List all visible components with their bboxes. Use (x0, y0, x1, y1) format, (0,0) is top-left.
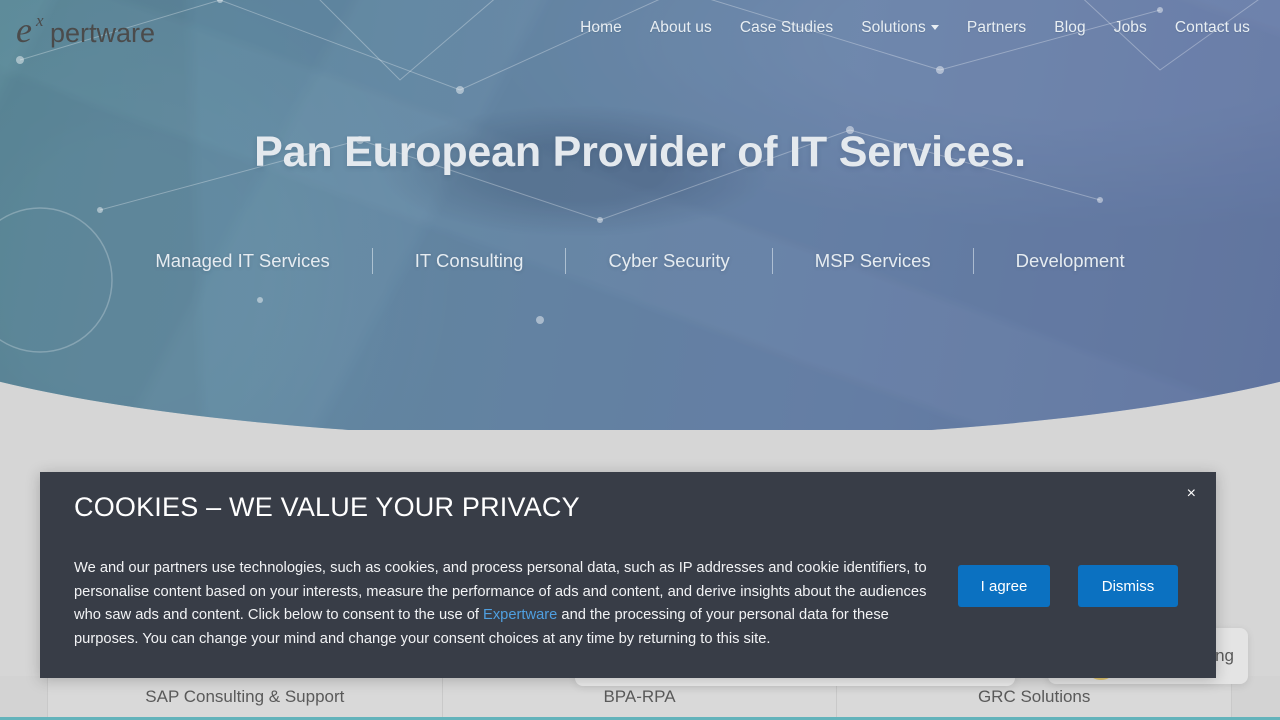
svg-text:e: e (16, 10, 32, 50)
hero-link-development[interactable]: Development (974, 250, 1167, 272)
card-label: SAP Consulting & Support (145, 686, 345, 706)
card-spacer (0, 676, 48, 717)
nav-label: Case Studies (739, 19, 834, 36)
expertware-link[interactable]: Expertware (483, 607, 557, 623)
nav-item-home[interactable]: Home (566, 18, 636, 38)
hero-link-cyber-security[interactable]: Cyber Security (566, 250, 771, 272)
hero-headline: Pan European Provider of IT Services. (254, 128, 1026, 176)
nav-item-contact-us[interactable]: Contact us (1161, 18, 1264, 38)
hero-service-links: Managed IT Services IT Consulting Cyber … (0, 248, 1280, 274)
hero-link-label: Cyber Security (608, 250, 730, 271)
nav-label: Solutions (861, 19, 926, 36)
nav-label: Partners (966, 19, 1027, 36)
cookie-banner-actions: I agree Dismiss (958, 565, 1178, 607)
hero-link-msp-services[interactable]: MSP Services (773, 250, 973, 272)
nav-label: Contact us (1174, 19, 1250, 36)
hero-link-label: IT Consulting (414, 250, 524, 271)
nav-item-case-studies[interactable]: Case Studies (726, 18, 847, 38)
page-root: e x pertware Home About us Case Studies … (0, 0, 1280, 720)
cookie-banner-title: COOKIES – WE VALUE YOUR PRIVACY (74, 492, 580, 522)
hero-section (0, 0, 1280, 430)
nav-item-partners[interactable]: Partners (953, 18, 1040, 38)
hero-link-it-consulting[interactable]: IT Consulting (373, 250, 566, 272)
svg-text:x: x (35, 11, 44, 30)
i-agree-button[interactable]: I agree (958, 565, 1050, 607)
nav-label: About us (649, 19, 712, 36)
cookie-consent-banner: × COOKIES – WE VALUE YOUR PRIVACY We and… (40, 472, 1216, 678)
card-label: GRC Solutions (977, 686, 1091, 706)
svg-text:pertware: pertware (50, 18, 155, 48)
close-icon[interactable]: × (1187, 486, 1196, 502)
nav-item-solutions[interactable]: Solutions (847, 18, 953, 38)
hero-link-label: Managed IT Services (155, 250, 330, 271)
hero-link-label: MSP Services (814, 250, 931, 271)
nav-item-about-us[interactable]: About us (636, 18, 726, 38)
nav-label: Jobs (1113, 19, 1147, 36)
nav-item-jobs[interactable]: Jobs (1100, 18, 1161, 38)
card-sap-consulting-support[interactable]: SAP Consulting & Support (48, 676, 443, 717)
chevron-down-icon (930, 25, 939, 30)
main-navigation: Home About us Case Studies Solutions Par… (566, 18, 1264, 38)
cookie-banner-body: We and our partners use technologies, su… (74, 557, 954, 651)
hero-link-label: Development (1015, 250, 1125, 271)
card-label: BPA-RPA (603, 686, 676, 706)
nav-label: Home (580, 19, 622, 36)
logo-link[interactable]: e x pertware (14, 8, 184, 52)
hero-curved-mask (0, 0, 1280, 430)
site-header: e x pertware Home About us Case Studies … (0, 0, 1280, 62)
dismiss-button[interactable]: Dismiss (1078, 565, 1178, 607)
hero-light-overlay (0, 0, 1280, 430)
hero-link-managed-it-services[interactable]: Managed IT Services (113, 250, 371, 272)
nav-label: Blog (1054, 19, 1086, 36)
expertware-logo-icon: e x pertware (16, 10, 155, 50)
nav-item-blog[interactable]: Blog (1040, 18, 1099, 38)
